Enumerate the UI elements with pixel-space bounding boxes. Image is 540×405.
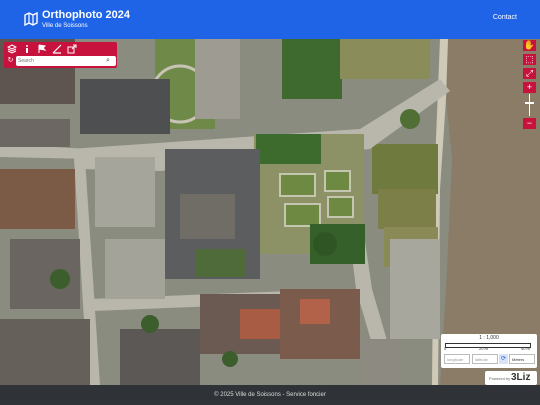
zoom-slider[interactable] — [529, 94, 530, 116]
unit-select[interactable]: Meters — [509, 354, 535, 364]
map-icon[interactable] — [24, 12, 38, 26]
page-footer: © 2025 Ville de Soissons - Service fonci… — [0, 385, 540, 405]
app-header: Orthophoto 2024 Ville de Soissons Contac… — [0, 0, 540, 39]
zoom-controls: ✋ ⬚ ⤢ + − — [523, 40, 537, 130]
info-icon[interactable] — [22, 44, 32, 54]
zoom-in-icon[interactable]: + — [523, 82, 536, 93]
scale-label: 1 : 1,000 — [479, 335, 499, 341]
measure-icon[interactable] — [52, 44, 62, 54]
scale-panel: 1 : 1,000 0 20 m 50 m longitude latitude… — [441, 334, 537, 368]
pan-icon[interactable]: ✋ — [523, 40, 536, 51]
contact-link[interactable]: Contact — [493, 14, 517, 21]
latitude-field[interactable]: latitude — [472, 354, 498, 364]
layers-icon[interactable] — [6, 44, 18, 54]
search-input[interactable] — [16, 56, 116, 66]
zoom-slider-handle[interactable] — [525, 102, 534, 104]
fullscreen-icon[interactable]: ⤢ — [523, 68, 536, 79]
reload-icon[interactable]: ↻ — [6, 56, 15, 65]
lizmap-logo: 3Liz — [511, 372, 531, 383]
app-title[interactable]: Orthophoto 2024 — [42, 9, 130, 21]
scale-tick: 0 — [444, 346, 447, 351]
app-subtitle: Ville de Soissons — [42, 23, 88, 29]
powered-text: Powered by — [489, 376, 511, 381]
scale-tick: 20 m — [479, 346, 488, 351]
search-icon[interactable]: ⌕ — [106, 57, 114, 65]
longitude-field[interactable]: longitude — [444, 354, 470, 364]
zoom-out-icon[interactable]: − — [523, 118, 536, 129]
locate-icon[interactable]: ⟳ — [499, 354, 508, 364]
share-icon[interactable] — [67, 44, 77, 54]
flag-icon[interactable] — [37, 44, 47, 54]
zoom-box-icon[interactable]: ⬚ — [523, 54, 536, 65]
scale-bar — [445, 343, 531, 348]
powered-by[interactable]: Powered by 3Liz — [485, 371, 537, 385]
scale-tick: 50 m — [521, 346, 530, 351]
